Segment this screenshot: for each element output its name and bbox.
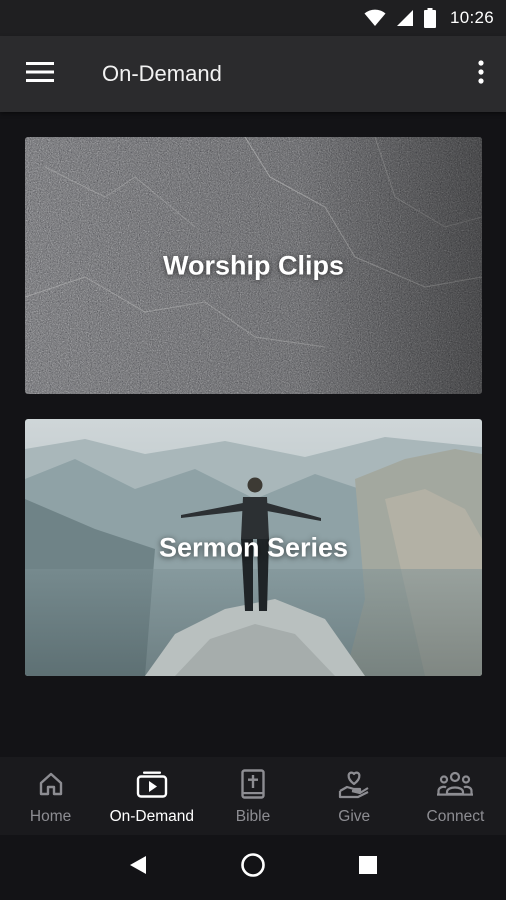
wifi-icon: [364, 9, 386, 27]
system-recents-button[interactable]: [344, 844, 392, 892]
app-bar: On-Demand: [0, 36, 506, 112]
nav-label-on-demand: On-Demand: [109, 808, 195, 825]
hamburger-menu-icon: [26, 61, 54, 88]
status-time: 10:26: [449, 8, 494, 27]
bottom-navigation: Home On-Demand Bible Give Connect: [0, 757, 506, 835]
worship-clips-card[interactable]: Worship Clips: [25, 137, 482, 394]
battery-icon: [423, 8, 436, 28]
nav-item-bible[interactable]: Bible: [202, 757, 303, 835]
home-circle-icon: [240, 852, 266, 883]
nav-label-give: Give: [338, 808, 371, 825]
signal-icon: [396, 9, 414, 27]
nav-label-bible: Bible: [235, 808, 271, 825]
nav-item-give[interactable]: Give: [304, 757, 405, 835]
card-title-worship-clips: Worship Clips: [162, 250, 344, 280]
nav-label-home: Home: [29, 808, 72, 825]
nav-item-home[interactable]: Home: [0, 757, 101, 835]
system-navigation-bar: [0, 835, 506, 900]
status-bar: 10:26: [0, 0, 506, 36]
nav-item-connect[interactable]: Connect: [405, 757, 506, 835]
back-icon: [129, 855, 147, 880]
system-back-button[interactable]: [114, 844, 162, 892]
sermon-series-card[interactable]: Sermon Series: [25, 419, 482, 676]
page-title: On-Demand: [102, 61, 222, 86]
video-library-icon: [136, 769, 168, 799]
bible-icon: [240, 769, 266, 799]
group-people-icon: [437, 769, 474, 799]
overflow-menu-button[interactable]: [456, 36, 506, 112]
card-title-sermon-series: Sermon Series: [158, 532, 349, 562]
give-heart-hand-icon: [338, 769, 370, 799]
nav-item-on-demand[interactable]: On-Demand: [101, 757, 202, 835]
home-icon: [38, 769, 64, 799]
system-home-button[interactable]: [229, 844, 277, 892]
menu-button[interactable]: [0, 36, 80, 112]
nav-label-connect: Connect: [426, 808, 485, 825]
recents-square-icon: [359, 856, 378, 879]
more-vertical-icon: [478, 59, 484, 89]
